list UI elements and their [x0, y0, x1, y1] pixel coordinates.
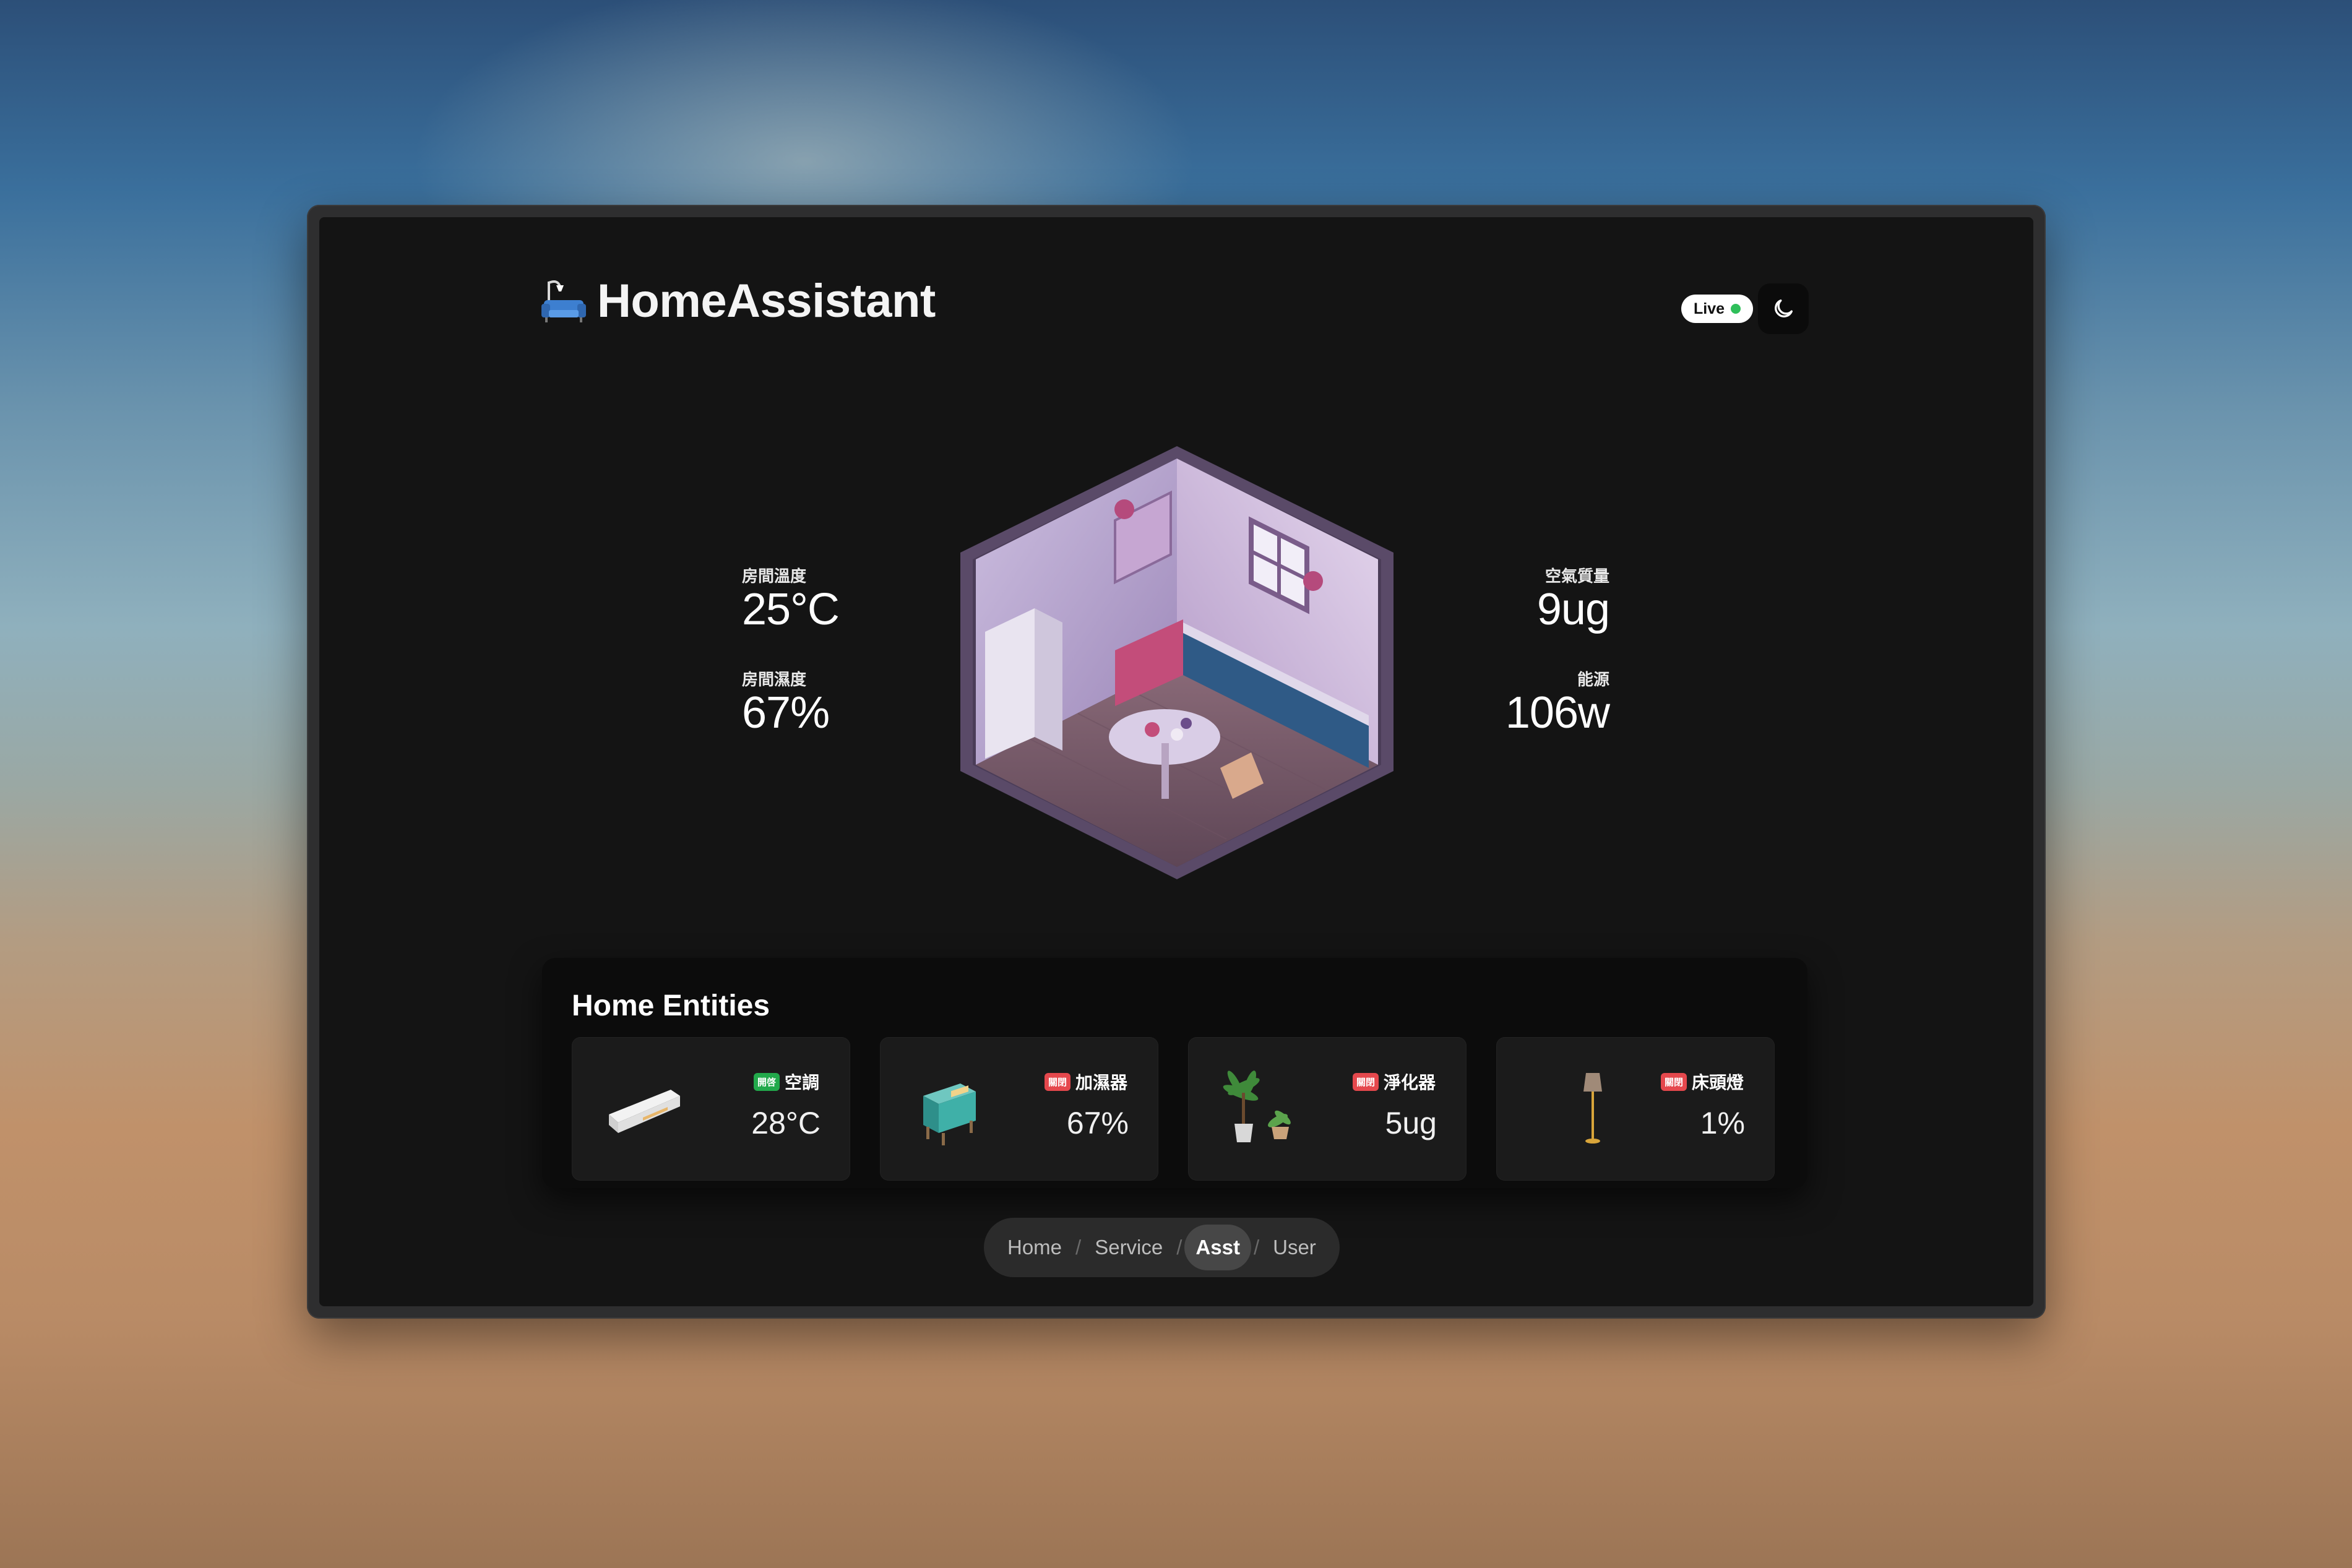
- entity-value: 67%: [1066, 1106, 1129, 1140]
- air-quality-label: 空氣質量: [1544, 567, 1609, 585]
- energy-label: 能源: [1577, 670, 1609, 689]
- nav-item-asst[interactable]: Asst: [1184, 1225, 1251, 1270]
- room-humidity-value: 67%: [742, 688, 830, 738]
- energy-value: 106w: [1505, 688, 1610, 738]
- moon-icon: [1775, 299, 1793, 317]
- entity-tag: 關閉 床頭燈: [1660, 1069, 1744, 1094]
- nav-item-user[interactable]: User: [1262, 1225, 1327, 1270]
- theme-toggle-button[interactable]: [1758, 283, 1809, 334]
- app-header: HomeAssistant: [539, 274, 936, 328]
- live-status-badge: Live: [1681, 295, 1754, 323]
- room-temperature-stat: 房間溫度 25°C: [742, 564, 840, 634]
- room-humidity-stat: 房間濕度 67%: [742, 667, 830, 738]
- entity-card-purifier[interactable]: 關閉 淨化器 5ug: [1188, 1037, 1467, 1181]
- energy-stat: 能源 106w: [1505, 667, 1610, 738]
- room-temperature-label: 房間溫度: [742, 567, 807, 585]
- humidifier-icon: [923, 1083, 976, 1145]
- entity-name: 床頭燈: [1691, 1073, 1744, 1092]
- room-humidity-label: 房間濕度: [742, 670, 807, 689]
- floor-lamp-icon: [1583, 1073, 1602, 1144]
- plant-purifier-icon: [1223, 1070, 1291, 1142]
- home-entities-panel: Home Entities 開啓 空調 28°C 關閉 加濕器 67% 關閉 淨…: [542, 958, 1807, 1188]
- status-badge: 關閉: [1352, 1072, 1379, 1091]
- app-title: HomeAssistant: [597, 275, 936, 327]
- entity-name: 淨化器: [1383, 1073, 1436, 1092]
- entity-card-humidifier[interactable]: 關閉 加濕器 67%: [880, 1037, 1158, 1181]
- entity-tag: 關閉 加濕器: [1044, 1069, 1127, 1094]
- status-badge: 關閉: [1044, 1072, 1070, 1091]
- air-quality-stat: 空氣質量 9ug: [1536, 564, 1610, 634]
- live-label: Live: [1694, 299, 1725, 317]
- nav-separator: /: [1176, 1236, 1182, 1259]
- air-conditioner-icon: [609, 1090, 680, 1133]
- entity-tag: 關閉 淨化器: [1352, 1069, 1436, 1094]
- nav-separator: /: [1253, 1236, 1260, 1259]
- entity-card-air-conditioner[interactable]: 開啓 空調 28°C: [572, 1037, 850, 1181]
- status-badge: 開啓: [753, 1072, 780, 1091]
- entity-name: 加濕器: [1075, 1073, 1127, 1092]
- bottom-navigation: Home / Service / Asst / User: [984, 1218, 1340, 1277]
- entity-value: 28°C: [751, 1106, 821, 1140]
- status-badge: 關閉: [1660, 1072, 1687, 1091]
- monitor-bezel: HomeAssistant Live 房間溫度 25°C 房間濕度 67% 空氣…: [307, 205, 2046, 1319]
- nav-item-service[interactable]: Service: [1083, 1225, 1174, 1270]
- entity-name: 空調: [784, 1073, 819, 1092]
- air-quality-value: 9ug: [1536, 585, 1610, 634]
- sofa-icon: [541, 280, 586, 322]
- room-temperature-value: 25°C: [742, 585, 840, 634]
- nav-separator: /: [1075, 1236, 1082, 1259]
- entity-value: 5ug: [1385, 1106, 1437, 1140]
- app-screen: HomeAssistant Live 房間溫度 25°C 房間濕度 67% 空氣…: [319, 217, 2033, 1306]
- entity-value: 1%: [1700, 1106, 1745, 1140]
- entity-tag: 開啓 空調: [753, 1069, 819, 1094]
- nav-item-home[interactable]: Home: [996, 1225, 1073, 1270]
- live-dot-icon: [1731, 304, 1741, 314]
- isometric-kitchen-illustration: [960, 446, 1394, 879]
- home-entities-title: Home Entities: [572, 989, 770, 1022]
- entity-card-bedside-lamp[interactable]: 關閉 床頭燈 1%: [1496, 1037, 1775, 1181]
